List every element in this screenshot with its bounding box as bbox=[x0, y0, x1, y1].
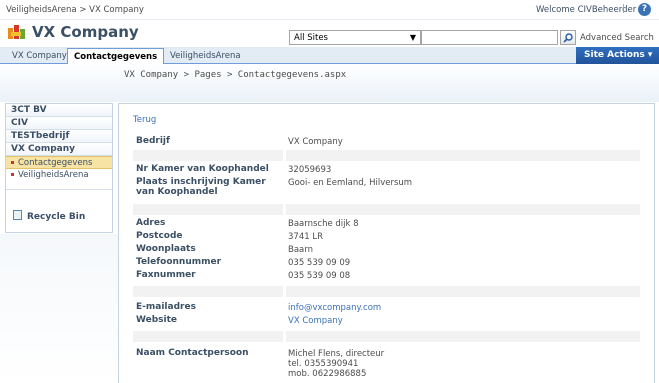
field-row: Faxnummer 035 539 09 08 bbox=[133, 270, 640, 286]
nav-item-3ct-bv[interactable]: 3CT BV bbox=[6, 104, 112, 117]
tab-contactgegevens[interactable]: Contactgegevens bbox=[67, 48, 165, 64]
main-content: Terug Bedrijf VX Company Nr Kamer van Ko… bbox=[118, 103, 655, 383]
left-panel-fill bbox=[0, 234, 118, 383]
nav-item-testbedrijf[interactable]: TESTbedrijf bbox=[6, 130, 112, 143]
field-row: Bedrijf VX Company bbox=[133, 134, 640, 150]
contact-details: Bedrijf VX Company Nr Kamer van Koophand… bbox=[133, 134, 640, 383]
chevron-down-icon: ▾ bbox=[647, 50, 653, 60]
field-row: Plaats inschrijving Kamer van Koophandel… bbox=[133, 177, 640, 204]
nav-subitem-veiligheidsarena[interactable]: VeiligheidsArena bbox=[6, 169, 112, 182]
nav-subitem-label: Contactgegevens bbox=[18, 158, 93, 168]
field-row: Woonplaats Baarn bbox=[133, 244, 640, 257]
field-row: Postcode 3741 LR bbox=[133, 231, 640, 244]
field-value: Gooi- en Eemland, Hilversum bbox=[288, 178, 413, 188]
field-value: VX Company bbox=[288, 137, 343, 147]
field-value: 035 539 09 09 bbox=[288, 258, 351, 268]
recycle-bin-icon bbox=[13, 210, 22, 220]
field-row: E-mailadres info@vxcompany.com bbox=[133, 302, 640, 315]
recycle-bin-label: Recycle Bin bbox=[27, 212, 86, 222]
tab-vx-company[interactable]: VX Company bbox=[6, 48, 73, 64]
field-row: Nr Kamer van Koophandel 32059693 bbox=[133, 164, 640, 177]
contact-line: tel. 0355390941 bbox=[288, 359, 359, 369]
section-divider bbox=[133, 286, 640, 297]
recycle-bin-link[interactable]: Recycle Bin bbox=[13, 210, 85, 222]
page-breadcrumb[interactable]: VX Company > Pages > Contactgegevens.asp… bbox=[124, 70, 346, 80]
website-link[interactable]: VX Company bbox=[288, 316, 343, 326]
field-label: Bedrijf bbox=[136, 136, 170, 146]
section-divider bbox=[133, 331, 640, 342]
contact-line: mob. 0622986885 bbox=[288, 369, 367, 379]
search-scope-value: All Sites bbox=[294, 33, 328, 43]
nav-subitem-label: VeiligheidsArena bbox=[18, 170, 89, 180]
site-actions-label: Site Actions bbox=[584, 50, 645, 60]
top-nav: VX Company Contactgegevens VeiligheidsAr… bbox=[0, 47, 659, 64]
field-row: Website VX Company bbox=[133, 315, 640, 331]
chevron-down-icon: ▼ bbox=[409, 33, 416, 42]
top-bar: VeiligheidsArena > VX Company Welcome CI… bbox=[0, 0, 659, 20]
field-label: Website bbox=[136, 315, 178, 325]
field-label: Naam Contactpersoon bbox=[136, 348, 249, 358]
site-title[interactable]: VX Company bbox=[32, 23, 139, 41]
search-scope-select[interactable]: All Sites ▼ bbox=[289, 30, 421, 45]
field-row: Adres Baarnsche dijk 8 bbox=[133, 218, 640, 231]
field-value: 3741 LR bbox=[288, 232, 323, 242]
welcome-menu[interactable]: Welcome CIVBeheerder▾ bbox=[536, 5, 642, 15]
field-label: Woonplaats bbox=[136, 244, 196, 254]
field-label: Faxnummer bbox=[136, 270, 196, 280]
back-link[interactable]: Terug bbox=[133, 115, 156, 125]
global-breadcrumb[interactable]: VeiligheidsArena > VX Company bbox=[6, 5, 144, 15]
field-value: Michel Flens, directeur tel. 0355390941 … bbox=[288, 349, 384, 379]
field-label: Adres bbox=[136, 218, 166, 228]
separator: | bbox=[622, 4, 626, 14]
field-value: 32059693 bbox=[288, 165, 332, 175]
field-label: Postcode bbox=[136, 231, 183, 241]
email-link[interactable]: info@vxcompany.com bbox=[288, 303, 381, 313]
site-actions-button[interactable]: Site Actions ▾ bbox=[576, 47, 659, 64]
field-label: Plaats inschrijving Kamer van Koophandel bbox=[136, 177, 266, 197]
bullet-icon bbox=[11, 161, 14, 164]
field-row: Telefoonnummer 035 539 09 09 bbox=[133, 257, 640, 270]
contact-line: Michel Flens, directeur bbox=[288, 349, 385, 359]
help-icon[interactable]: ? bbox=[638, 3, 651, 16]
search-icon bbox=[563, 33, 573, 43]
nav-item-vx-company[interactable]: VX Company bbox=[6, 143, 112, 156]
field-label: Nr Kamer van Koophandel bbox=[136, 164, 269, 174]
field-value: 035 539 09 08 bbox=[288, 271, 351, 281]
section-divider bbox=[133, 150, 640, 161]
section-divider bbox=[133, 204, 640, 215]
field-value: Baarn bbox=[288, 245, 313, 255]
search-button[interactable] bbox=[560, 30, 576, 45]
field-label: Telefoonnummer bbox=[136, 257, 222, 267]
nav-subitem-contactgegevens[interactable]: Contactgegevens bbox=[6, 156, 112, 169]
bullet-icon bbox=[11, 173, 14, 176]
site-logo-icon bbox=[8, 25, 25, 39]
search-input[interactable] bbox=[421, 30, 558, 45]
nav-item-civ[interactable]: CIV bbox=[6, 117, 112, 130]
advanced-search-link[interactable]: Advanced Search bbox=[580, 33, 654, 43]
nav-divider bbox=[6, 182, 112, 190]
field-row: Naam Contactpersoon Michel Flens, direct… bbox=[133, 348, 640, 383]
tab-veiligheidsarena[interactable]: VeiligheidsArena bbox=[164, 48, 247, 64]
field-value: Baarnsche dijk 8 bbox=[288, 219, 359, 229]
field-label: E-mailadres bbox=[136, 302, 196, 312]
